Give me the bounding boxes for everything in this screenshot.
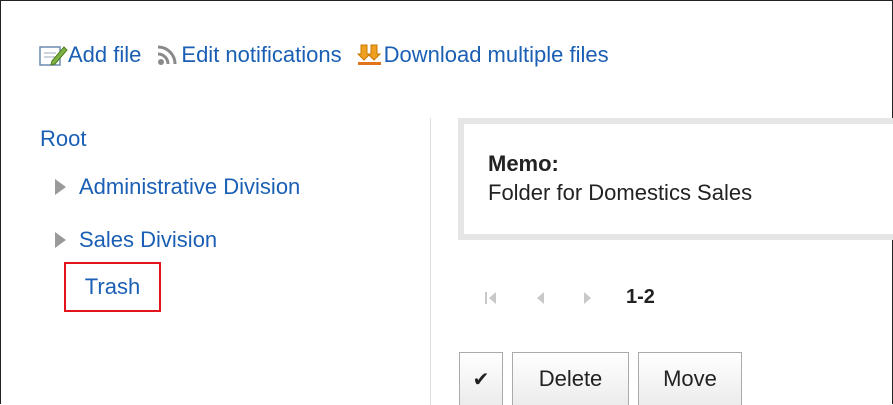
move-button[interactable]: Move: [638, 352, 742, 405]
next-page-icon[interactable]: [582, 290, 594, 306]
action-buttons: ✔ Delete Move: [459, 352, 751, 405]
delete-button[interactable]: Delete: [512, 352, 629, 405]
rss-icon: [155, 43, 181, 67]
tree-item-label[interactable]: Sales Division: [79, 227, 217, 253]
toolbar: Add file Edit notifications Download mul…: [38, 42, 623, 68]
trash-highlight-box: Trash: [64, 262, 161, 312]
select-all-button[interactable]: ✔: [459, 352, 503, 405]
expand-arrow-icon[interactable]: [55, 179, 66, 195]
first-page-icon[interactable]: [484, 290, 498, 306]
tree-item-sales-division: Sales Division: [40, 227, 300, 253]
tree-root-link[interactable]: Root: [40, 126, 300, 152]
checkmark-icon: ✔: [472, 368, 490, 391]
memo-box: Memo: Folder for Domestics Sales: [458, 118, 893, 240]
add-file-icon: [38, 43, 68, 67]
memo-text: Folder for Domestics Sales: [488, 180, 753, 205]
page-range: 1-2: [626, 286, 655, 308]
edit-notifications-link[interactable]: Edit notifications: [155, 42, 342, 68]
pane-divider: [430, 118, 431, 405]
download-multiple-files-link[interactable]: Download multiple files: [356, 42, 609, 68]
edit-notifications-label: Edit notifications: [181, 42, 342, 67]
download-multiple-files-label: Download multiple files: [383, 42, 609, 67]
pagination: 1-2: [484, 286, 655, 309]
download-icon: [356, 43, 384, 67]
tree-item-trash[interactable]: Trash: [85, 274, 140, 300]
previous-page-icon[interactable]: [534, 290, 546, 306]
tree-item-label[interactable]: Administrative Division: [79, 174, 300, 200]
add-file-label: Add file: [68, 42, 142, 67]
memo-title: Memo:: [488, 151, 559, 176]
folder-tree: Root Administrative Division Sales Divis…: [40, 126, 300, 253]
tree-item-administrative-division: Administrative Division: [40, 174, 300, 200]
expand-arrow-icon[interactable]: [55, 232, 66, 248]
add-file-link[interactable]: Add file: [38, 42, 141, 68]
